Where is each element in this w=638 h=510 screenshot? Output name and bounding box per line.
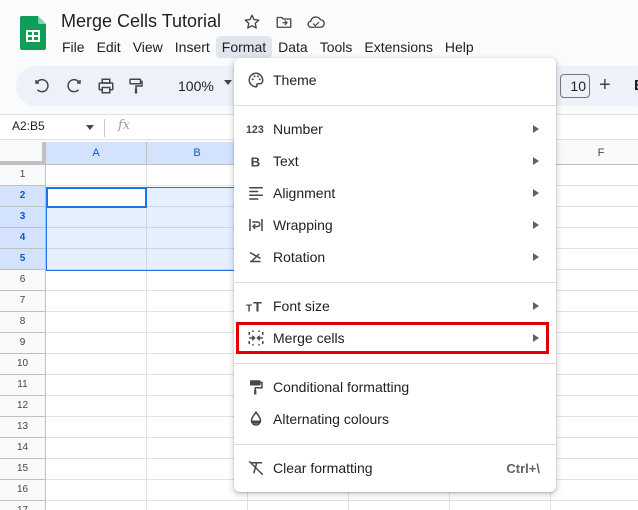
star-icon[interactable] [242,12,262,32]
row-header-15[interactable]: 15 [0,459,46,480]
row-header-17[interactable]: 17 [0,501,46,510]
font-size-icon: TT [246,296,266,316]
increase-font-size-button[interactable]: + [599,74,611,96]
bold-button[interactable]: B [634,75,638,97]
paint-format-icon[interactable] [126,76,146,96]
shortcut-hint: Ctrl+\ [506,460,540,476]
menu-separator [234,105,556,106]
align-left-icon [246,183,266,203]
merge-cells-highlight-box [236,322,549,354]
menu-help[interactable]: Help [439,36,480,58]
row-header-10[interactable]: 10 [0,354,46,375]
svg-text:B: B [251,154,261,169]
row-header-2[interactable]: 2 [0,186,46,207]
menu-item-label: Alternating colours [273,411,389,427]
palette-icon [246,70,266,90]
bold-text-icon: B [246,151,266,171]
sheets-logo-icon[interactable] [20,16,46,50]
column-header-b[interactable]: B [147,142,248,165]
undo-icon[interactable] [32,76,52,96]
menu-item-label: Rotation [273,249,326,265]
column-header-f[interactable]: F [551,142,638,165]
row-header-4[interactable]: 4 [0,228,46,249]
row-header-11[interactable]: 11 [0,375,46,396]
menu-item-rotation[interactable]: Rotation [234,241,556,273]
menu-item-label: Alignment [273,185,336,201]
redo-icon[interactable] [64,76,84,96]
text-rotation-icon [246,247,266,267]
menu-edit[interactable]: Edit [91,36,127,58]
menu-tools[interactable]: Tools [314,36,359,58]
menu-item-label: Theme [273,72,317,88]
svg-text:123: 123 [246,124,264,136]
row-header-1[interactable]: 1 [0,165,46,186]
row-header-13[interactable]: 13 [0,417,46,438]
row-header-9[interactable]: 9 [0,333,46,354]
row-header-5[interactable]: 5 [0,249,46,270]
submenu-arrow-icon [533,125,539,133]
column-header-a[interactable]: A [46,142,147,165]
row-header-6[interactable]: 6 [0,270,46,291]
menu-item-label: Clear formatting [273,460,373,476]
submenu-arrow-icon [533,157,539,165]
name-box[interactable]: A2:B5 [12,119,45,133]
menu-item-clear-formatting[interactable]: Clear formatting Ctrl+\ [234,452,556,484]
menu-item-text[interactable]: B Text [234,145,556,177]
submenu-arrow-icon [533,221,539,229]
move-to-folder-icon[interactable] [274,12,294,32]
submenu-arrow-icon [533,302,539,310]
row-header-12[interactable]: 12 [0,396,46,417]
font-size-input[interactable]: 10 [560,74,590,98]
menu-item-label: Conditional formatting [273,379,410,395]
menu-item-alternating-colours[interactable]: Alternating colours [234,403,556,435]
menu-extensions[interactable]: Extensions [358,36,438,58]
text-wrap-icon [246,215,266,235]
menu-item-label: Number [273,121,323,137]
menu-item-conditional-formatting[interactable]: Conditional formatting [234,371,556,403]
print-icon[interactable] [96,76,116,96]
svg-text:T: T [253,300,262,314]
select-all-corner[interactable] [0,142,46,165]
menu-data[interactable]: Data [272,36,314,58]
color-fill-drop-icon [246,409,266,429]
menu-separator [234,363,556,364]
menu-file[interactable]: File [56,36,91,58]
menu-item-theme[interactable]: Theme [234,64,556,96]
row-header-14[interactable]: 14 [0,438,46,459]
row-header-8[interactable]: 8 [0,312,46,333]
paint-roller-icon [246,377,266,397]
zoom-caret-icon[interactable] [224,80,232,85]
document-title[interactable]: Merge Cells Tutorial [61,11,221,32]
formula-bar-divider [104,119,105,137]
menu-format[interactable]: Format [215,36,273,58]
row-header-16[interactable]: 16 [0,480,46,501]
number-format-icon: 123 [246,119,266,139]
active-cell[interactable] [46,187,147,208]
fx-icon: fx [118,118,131,133]
menu-insert[interactable]: Insert [169,36,216,58]
menu-item-alignment[interactable]: Alignment [234,177,556,209]
menu-separator [234,444,556,445]
svg-text:T: T [246,304,252,314]
submenu-arrow-icon [533,189,539,197]
submenu-arrow-icon [533,253,539,261]
menu-bar: File Edit View Insert Format Data Tools … [56,36,480,58]
clear-format-icon [246,458,266,478]
menu-item-label: Font size [273,298,330,314]
menu-item-label: Text [273,153,299,169]
row-header-3[interactable]: 3 [0,207,46,228]
menu-item-label: Wrapping [273,217,333,233]
zoom-select[interactable]: 100% [178,76,214,96]
name-box-caret-icon[interactable] [86,125,94,130]
menu-item-wrapping[interactable]: Wrapping [234,209,556,241]
row-header-7[interactable]: 7 [0,291,46,312]
menu-item-number[interactable]: 123 Number [234,113,556,145]
cloud-saved-icon[interactable] [306,12,326,32]
menu-item-font-size[interactable]: T T Font size [234,290,556,322]
menu-separator [234,282,556,283]
menu-view[interactable]: View [127,36,169,58]
format-menu-dropdown: Theme 123 Number B Text Alignment Wrapping Rota… [234,58,556,492]
